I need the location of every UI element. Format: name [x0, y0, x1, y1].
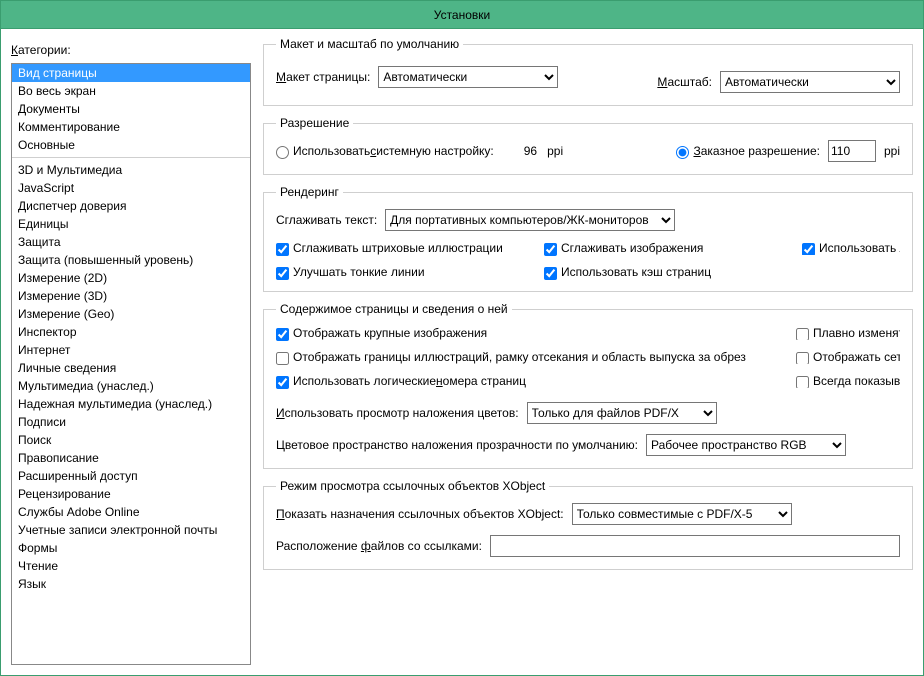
category-item[interactable]: Документы [12, 100, 250, 118]
settings-panel: Макет и масштаб по умолчанию Макет стран… [263, 37, 913, 665]
category-item[interactable]: Расширенный доступ [12, 467, 250, 485]
category-item[interactable]: Формы [12, 539, 250, 557]
smooth-images-checkbox[interactable]: Сглаживать изображения [544, 241, 794, 255]
always-doc-size-checkbox[interactable]: Всегда показывать размер документа [796, 374, 900, 388]
category-item[interactable]: Инспектор [12, 323, 250, 341]
system-resolution-radio[interactable]: Использовать системную настройку: 96 ppi [276, 144, 563, 158]
blendspace-select[interactable]: Рабочее пространство RGB [646, 434, 846, 456]
category-item[interactable]: Чтение [12, 557, 250, 575]
blendspace-label: Цветовое пространство наложения прозрачн… [276, 438, 638, 452]
content-area: Категории: Вид страницыВо весь экранДоку… [1, 29, 923, 675]
category-item[interactable]: Язык [12, 575, 250, 593]
xobject-group: Режим просмотра ссылочных объектов XObje… [263, 479, 913, 570]
category-item[interactable]: JavaScript [12, 179, 250, 197]
category-item[interactable]: Единицы [12, 215, 250, 233]
logical-pages-checkbox[interactable]: Использовать логические номера страниц [276, 374, 776, 388]
category-item[interactable]: Измерение (Geo) [12, 305, 250, 323]
category-item[interactable]: Подписи [12, 413, 250, 431]
local-fonts-checkbox[interactable]: Использовать локальные шрифты [802, 241, 900, 255]
category-item[interactable]: Измерение (3D) [12, 287, 250, 305]
category-item[interactable]: Интернет [12, 341, 250, 359]
smooth-lineart-checkbox[interactable]: Сглаживать штриховые иллюстрации [276, 241, 536, 255]
category-item[interactable]: Диспетчер доверия [12, 197, 250, 215]
smooth-text-select[interactable]: Для портативных компьютеров/ЖК-мониторов [385, 209, 675, 231]
category-item[interactable]: Измерение (2D) [12, 269, 250, 287]
page-cache-checkbox[interactable]: Использовать кэш страниц [544, 265, 794, 279]
smooth-text-label: Сглаживать текст: [276, 213, 377, 227]
overprint-label: Использовать просмотр наложения цветов: [276, 406, 519, 420]
category-item[interactable]: Во весь экран [12, 82, 250, 100]
window-title: Установки [1, 1, 923, 29]
grid-checkbox[interactable]: Отображать сетку прозрачности [796, 350, 900, 364]
category-item[interactable]: Службы Adobe Online [12, 503, 250, 521]
category-item[interactable]: Рецензирование [12, 485, 250, 503]
layout-zoom-legend: Макет и масштаб по умолчанию [276, 37, 463, 51]
categories-listbox[interactable]: Вид страницыВо весь экранДокументыКоммен… [11, 63, 251, 665]
large-images-checkbox[interactable]: Отображать крупные изображения [276, 326, 776, 340]
page-layout-label: Макет страницы: [276, 70, 370, 84]
category-item[interactable]: Поиск [12, 431, 250, 449]
category-item[interactable]: Вид страницы [12, 64, 250, 82]
xobject-legend: Режим просмотра ссылочных объектов XObje… [276, 479, 549, 493]
custom-resolution-input[interactable] [828, 140, 876, 162]
category-item[interactable]: Личные сведения [12, 359, 250, 377]
xobject-targets-select[interactable]: Только совместимые с PDF/X-5 [572, 503, 792, 525]
rendering-legend: Рендеринг [276, 185, 343, 199]
page-layout-select[interactable]: Автоматически [378, 66, 558, 88]
category-item[interactable]: Комментирование [12, 118, 250, 136]
smooth-zoom-checkbox[interactable]: Плавно изменять масштаб [796, 326, 900, 340]
preferences-window: Установки Категории: Вид страницыВо весь… [0, 0, 924, 676]
categories-panel: Категории: Вид страницыВо весь экранДоку… [11, 37, 251, 665]
layout-zoom-group: Макет и масштаб по умолчанию Макет стран… [263, 37, 913, 106]
category-item[interactable]: Защита (повышенный уровень) [12, 251, 250, 269]
rendering-group: Рендеринг Сглаживать текст: Для портатив… [263, 185, 913, 292]
zoom-label: Масштаб: [657, 75, 712, 89]
resolution-legend: Разрешение [276, 116, 353, 130]
xobject-files-input[interactable] [490, 535, 900, 557]
category-item[interactable]: Основные [12, 136, 250, 154]
category-divider [12, 157, 250, 158]
xobject-targets-label: Показать назначения ссылочных объектов X… [276, 507, 564, 521]
custom-resolution-radio[interactable]: Заказное разрешение: [676, 144, 820, 158]
category-item[interactable]: Защита [12, 233, 250, 251]
category-item[interactable]: 3D и Мультимедиа [12, 161, 250, 179]
enhance-thin-lines-checkbox[interactable]: Улучшать тонкие линии [276, 265, 536, 279]
page-content-group: Содержимое страницы и сведения о ней Ото… [263, 302, 913, 469]
category-item[interactable]: Учетные записи электронной почты [12, 521, 250, 539]
categories-label: Категории: [11, 37, 251, 59]
category-item[interactable]: Мультимедиа (унаслед.) [12, 377, 250, 395]
artbox-checkbox[interactable]: Отображать границы иллюстраций, рамку от… [276, 350, 776, 364]
overprint-select[interactable]: Только для файлов PDF/X [527, 402, 717, 424]
zoom-select[interactable]: Автоматически [720, 71, 900, 93]
resolution-group: Разрешение Использовать системную настро… [263, 116, 913, 175]
category-item[interactable]: Надежная мультимедиа (унаслед.) [12, 395, 250, 413]
category-item[interactable]: Правописание [12, 449, 250, 467]
xobject-files-label: Расположение файлов со ссылками: [276, 539, 482, 553]
page-content-legend: Содержимое страницы и сведения о ней [276, 302, 512, 316]
